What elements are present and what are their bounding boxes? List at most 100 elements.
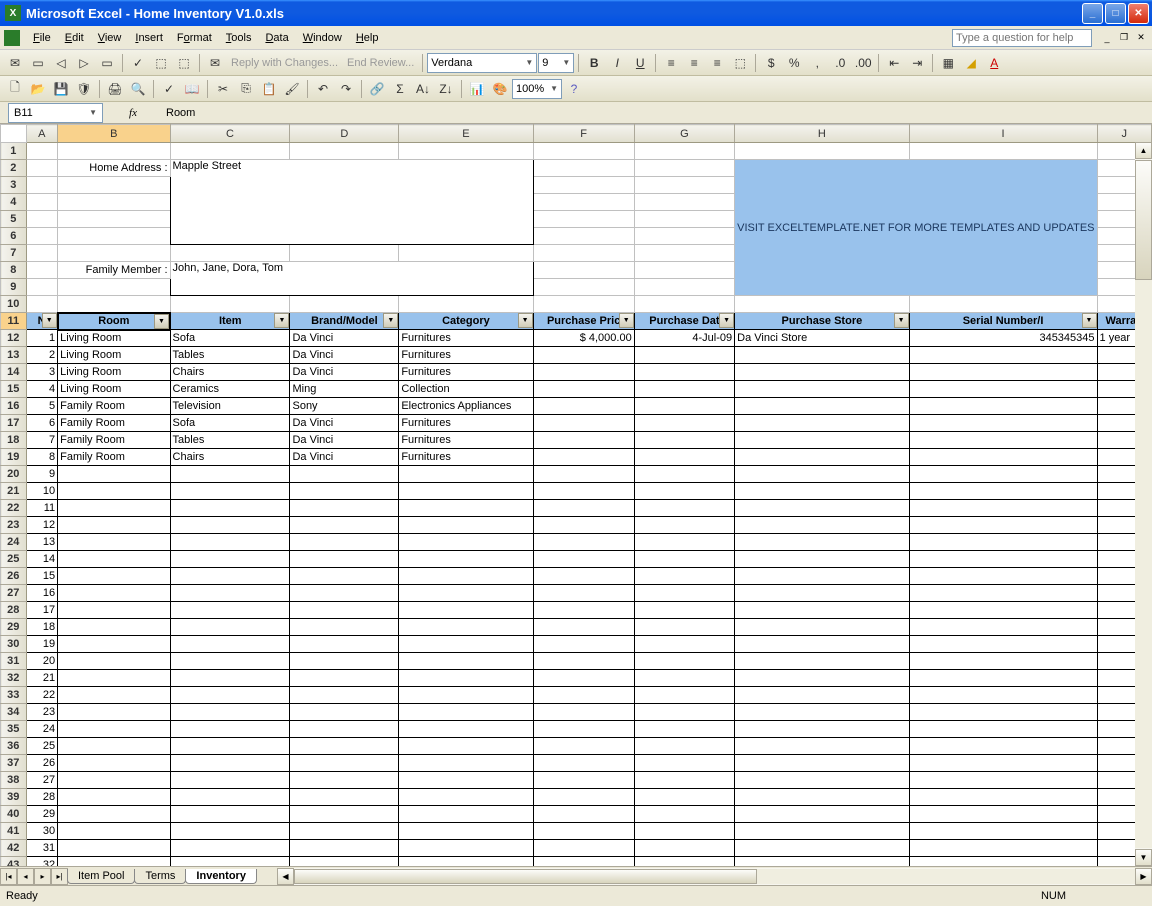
empty-cell[interactable] [909, 738, 1097, 755]
empty-cell[interactable] [170, 483, 290, 500]
empty-cell[interactable] [533, 568, 634, 585]
copy-button[interactable]: ⎘ [235, 78, 257, 100]
row-header-5[interactable]: 5 [1, 211, 27, 228]
empty-cell[interactable] [290, 721, 399, 738]
tab-first-button[interactable]: |◂ [0, 868, 17, 885]
cell-store[interactable]: Da Vinci Store [735, 330, 909, 347]
currency-button[interactable]: $ [760, 52, 782, 74]
empty-cell[interactable] [290, 772, 399, 789]
research-button[interactable]: 📖 [181, 78, 203, 100]
empty-cell[interactable] [170, 823, 290, 840]
empty-cell[interactable] [399, 619, 533, 636]
filter-dropdown-item[interactable]: ▼ [274, 313, 289, 328]
cell-item[interactable]: Chairs [170, 449, 290, 466]
empty-cell[interactable] [399, 585, 533, 602]
empty-cell[interactable] [735, 687, 909, 704]
cell-brand[interactable]: Da Vinci [290, 449, 399, 466]
menu-insert[interactable]: Insert [128, 29, 170, 47]
accept-change-icon[interactable]: ⬚ [150, 52, 172, 74]
empty-cell[interactable] [290, 840, 399, 857]
cell-brand[interactable]: Da Vinci [290, 415, 399, 432]
fx-label[interactable]: fx [103, 107, 163, 119]
empty-cell[interactable] [399, 738, 533, 755]
row-header-21[interactable]: 21 [1, 483, 27, 500]
empty-cell[interactable] [170, 551, 290, 568]
filter-dropdown-brand[interactable]: ▼ [383, 313, 398, 328]
empty-cell[interactable] [290, 857, 399, 867]
cell-category[interactable]: Furnitures [399, 347, 533, 364]
cell-room[interactable]: Family Room [58, 432, 170, 449]
empty-cell[interactable] [533, 755, 634, 772]
reject-change-icon[interactable]: ⬚ [173, 52, 195, 74]
empty-cell[interactable] [58, 806, 170, 823]
cell-date[interactable] [634, 398, 734, 415]
sort-asc-button[interactable]: A↓ [412, 78, 434, 100]
cell-date[interactable]: 4-Jul-09 [634, 330, 734, 347]
cell-store[interactable] [735, 432, 909, 449]
empty-cell[interactable] [909, 653, 1097, 670]
empty-cell[interactable] [735, 857, 909, 867]
filter-dropdown-no[interactable]: ▼ [42, 313, 57, 328]
empty-cell[interactable] [290, 466, 399, 483]
cell-category[interactable]: Furnitures [399, 330, 533, 347]
cell-no[interactable]: 16 [26, 585, 58, 602]
menu-tools[interactable]: Tools [219, 29, 259, 47]
empty-cell[interactable] [735, 738, 909, 755]
empty-cell[interactable] [533, 704, 634, 721]
row-header-10[interactable]: 10 [1, 296, 27, 313]
align-right-button[interactable]: ≡ [706, 52, 728, 74]
empty-cell[interactable] [909, 602, 1097, 619]
cut-button[interactable]: ✂ [212, 78, 234, 100]
redo-button[interactable]: ↷ [335, 78, 357, 100]
cell-date[interactable] [634, 347, 734, 364]
empty-cell[interactable] [58, 466, 170, 483]
empty-cell[interactable] [170, 517, 290, 534]
cell-no[interactable]: 1 [26, 330, 58, 347]
name-box[interactable]: B11▼ [8, 103, 103, 123]
cell-price[interactable] [533, 347, 634, 364]
empty-cell[interactable] [290, 500, 399, 517]
print-preview-button[interactable]: 🔍 [127, 78, 149, 100]
align-center-button[interactable]: ≡ [683, 52, 705, 74]
cell-no[interactable]: 29 [26, 806, 58, 823]
menu-data[interactable]: Data [258, 29, 295, 47]
cell-no[interactable]: 23 [26, 704, 58, 721]
cell-serial[interactable] [909, 347, 1097, 364]
spelling-button[interactable]: ✓ [158, 78, 180, 100]
table-header-brand[interactable]: Brand/Model▼ [290, 313, 399, 330]
row-header-16[interactable]: 16 [1, 398, 27, 415]
empty-cell[interactable] [170, 738, 290, 755]
empty-cell[interactable] [909, 721, 1097, 738]
column-header-D[interactable]: D [290, 125, 399, 143]
mdi-minimize-button[interactable]: _ [1100, 31, 1114, 45]
row-header-38[interactable]: 38 [1, 772, 27, 789]
cell-room[interactable]: Family Room [58, 415, 170, 432]
cell-no[interactable]: 3 [26, 364, 58, 381]
empty-cell[interactable] [170, 670, 290, 687]
table-header-date[interactable]: Purchase Dat▼ [634, 313, 734, 330]
new-button[interactable]: 🗋 [4, 78, 26, 100]
cell-no[interactable]: 21 [26, 670, 58, 687]
empty-cell[interactable] [170, 466, 290, 483]
next-comment-icon[interactable]: ▷ [73, 52, 95, 74]
cell-serial[interactable] [909, 432, 1097, 449]
cell-brand[interactable]: Sony [290, 398, 399, 415]
row-header-20[interactable]: 20 [1, 466, 27, 483]
empty-cell[interactable] [290, 636, 399, 653]
empty-cell[interactable] [735, 840, 909, 857]
bold-button[interactable]: B [583, 52, 605, 74]
empty-cell[interactable] [399, 755, 533, 772]
formula-input[interactable] [163, 103, 1152, 123]
empty-cell[interactable] [533, 670, 634, 687]
empty-cell[interactable] [909, 670, 1097, 687]
empty-cell[interactable] [909, 806, 1097, 823]
cell-category[interactable]: Collection [399, 381, 533, 398]
empty-cell[interactable] [290, 738, 399, 755]
empty-cell[interactable] [533, 687, 634, 704]
cell-serial[interactable] [909, 415, 1097, 432]
cell-brand[interactable]: Da Vinci [290, 432, 399, 449]
empty-cell[interactable] [170, 857, 290, 867]
cell-room[interactable]: Family Room [58, 449, 170, 466]
cell-no[interactable]: 11 [26, 500, 58, 517]
cell-price[interactable] [533, 381, 634, 398]
